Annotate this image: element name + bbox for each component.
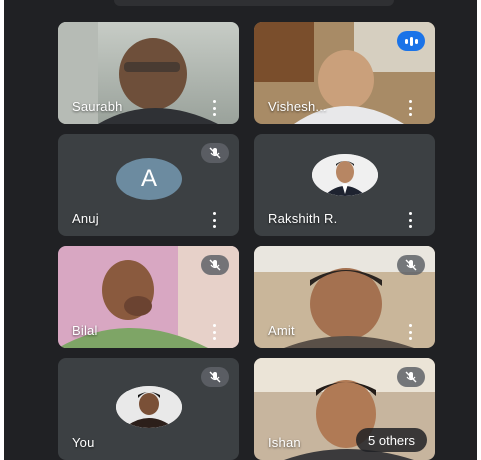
participant-tile-ishan[interactable]: Ishan 5 others [254,358,435,460]
top-bar-remnant [114,0,394,6]
participant-name: Rakshith R. [268,211,338,226]
participant-name: Anuj [72,211,99,226]
mic-off-icon [201,255,229,275]
participant-name: Ishan [268,435,301,450]
avatar [312,154,378,196]
more-vert-icon[interactable] [407,324,413,340]
more-vert-icon[interactable] [211,212,217,228]
avatar [116,386,182,428]
meeting-grid: Saurabh Vishesh... A Anuj Rakshith R. Bi… [4,0,477,460]
others-chip[interactable]: 5 others [356,428,427,452]
mic-off-icon [201,143,229,163]
avatar: A [116,158,182,200]
more-vert-icon[interactable] [211,100,217,116]
participant-tile-rakshith[interactable]: Rakshith R. [254,134,435,236]
participant-name: Bilal [72,323,98,338]
participant-name: You [72,435,95,450]
mic-off-icon [397,255,425,275]
more-vert-icon[interactable] [211,324,217,340]
more-vert-icon[interactable] [407,100,413,116]
participant-tile-saurabh[interactable]: Saurabh [58,22,239,124]
speaking-icon [397,31,425,51]
participant-tile-bilal[interactable]: Bilal [58,246,239,348]
participant-tile-amit[interactable]: Amit [254,246,435,348]
participant-tile-anuj[interactable]: A Anuj [58,134,239,236]
mic-off-icon [397,367,425,387]
participant-tile-vishesh[interactable]: Vishesh... [254,22,435,124]
participant-name: Saurabh [72,99,123,114]
participant-tile-you[interactable]: You [58,358,239,460]
participant-name: Vishesh... [268,99,327,114]
participant-name: Amit [268,323,295,338]
mic-off-icon [201,367,229,387]
more-vert-icon[interactable] [407,212,413,228]
